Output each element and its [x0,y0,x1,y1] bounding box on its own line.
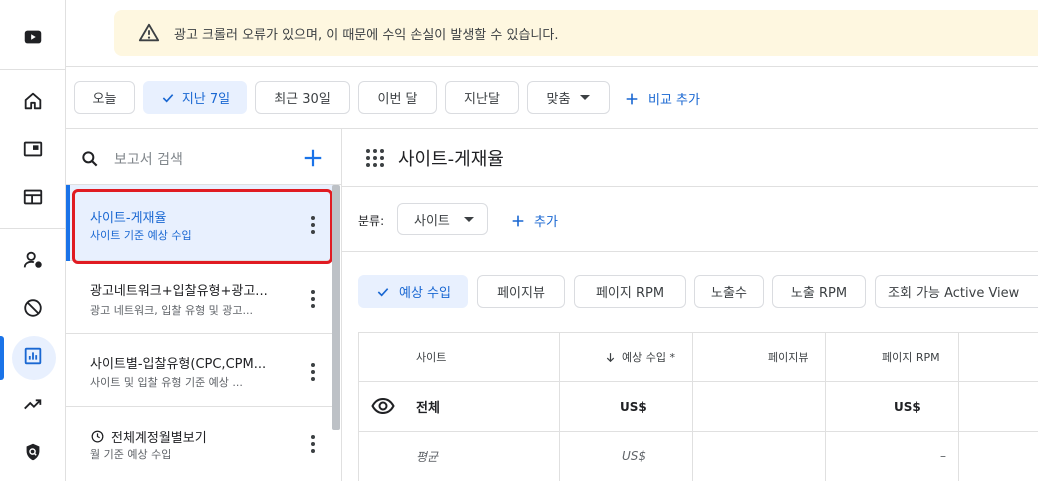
breakdown-label: 분류: [358,214,385,228]
app-root: 광고 크롤러 오류가 있으며, 이 때문에 수익 손실이 발생할 수 있습니다.… [0,0,1038,481]
more-vert-icon[interactable] [304,288,322,310]
search-placeholder: 보고서 검색 [114,152,183,168]
arrow-down-icon [606,352,615,362]
date-filter-today[interactable]: 오늘 [74,81,135,114]
caret-down-icon [463,216,474,222]
sites-icon[interactable] [0,175,66,219]
plus-icon [512,215,524,226]
schedule-icon [91,430,104,443]
more-vert-icon[interactable] [304,214,322,236]
add-dimension-button[interactable]: 추가 [510,211,558,230]
date-filter-custom-dropdown[interactable]: 맞춤 [527,81,610,114]
plus-icon [304,149,322,167]
report-title: 사이트별-입찰유형(CPC,CPM... [90,357,267,372]
date-filter-this-month[interactable]: 이번 달 [358,81,437,114]
youtube-icon[interactable] [0,15,66,59]
total-rpm-cell: US$ [894,400,921,414]
check-icon [162,93,174,102]
average-rpm-cell: – [940,449,946,463]
eye-icon [371,397,395,415]
search-icon [82,151,98,167]
report-subtitle: 사이트 기준 예상 수입 [90,229,192,242]
date-filter-last-7-days[interactable]: 지난 7일 [143,81,247,114]
report-item-ad-network[interactable]: 광고네트워크+입찰유형+광고... 광고 네트워크, 입찰 유형 및 광고... [66,262,334,334]
breakdown-dropdown[interactable]: 사이트 [397,203,488,235]
banner-text: 광고 크롤러 오류가 있으며, 이 때문에 수익 손실이 발생할 수 있습니다. [174,27,559,43]
warning-icon [138,23,160,42]
visibility-toggle[interactable] [370,394,396,418]
metric-chip-page-rpm[interactable]: 페이지 RPM [574,275,686,308]
report-title: 광고네트워크+입찰유형+광고... [90,284,268,299]
metric-chip-impressions[interactable]: 노출수 [694,275,764,308]
trending-icon[interactable] [0,382,66,426]
report-item-monthly[interactable]: 전체계정월별보기 월 기준 예상 수입 [66,408,334,480]
ad-unit-icon[interactable] [0,127,66,171]
metric-chip-active-view[interactable]: 조회 가능 Active View [875,275,1038,308]
report-subtitle: 사이트 및 입찰 유형 기준 예상 ... [90,376,243,389]
reports-icon[interactable] [0,334,66,380]
date-filter-last-month[interactable]: 지난달 [445,81,519,114]
report-item-site-bid-type[interactable]: 사이트별-입찰유형(CPC,CPM... 사이트 및 입찰 유형 기준 예상 .… [66,335,334,407]
add-report-button[interactable] [302,146,324,170]
privacy-shield-icon[interactable] [0,430,66,474]
date-filter-last-30-days[interactable]: 최근 30일 [255,81,350,114]
left-nav-rail [0,0,66,481]
report-title: 사이트-게재율 [90,211,167,226]
column-header-estimated-revenue[interactable]: 예상 수입 * [604,334,675,380]
report-search[interactable]: 보고서 검색 [80,146,330,172]
report-view-title: 사이트-게재율 [366,144,504,172]
total-revenue-cell: US$ [620,400,647,414]
report-list-scrollbar[interactable] [332,185,340,430]
report-title-row: 전체계정월별보기 [90,427,280,446]
add-comparison-button[interactable]: 비교 추가 [624,89,700,108]
average-revenue-cell: US$ [622,449,647,463]
report-subtitle: 광고 네트워크, 입찰 유형 및 광고... [90,304,254,317]
check-icon [377,287,389,296]
more-vert-icon[interactable] [304,361,322,383]
metric-chip-pageviews[interactable]: 페이지뷰 [477,275,565,308]
row-label-average: 평균 [416,449,439,464]
report-item-site-rate[interactable]: 사이트-게재율 사이트 기준 예상 수입 [66,185,334,261]
row-label-total: 전체 [416,400,440,416]
column-header-page-rpm[interactable]: 페이지 RPM [882,334,940,380]
metric-chip-impression-rpm[interactable]: 노출 RPM [772,275,866,308]
metric-chip-estimated-revenue[interactable]: 예상 수입 [358,275,468,308]
report-subtitle: 월 기준 예상 수입 [90,448,172,461]
page-title: 사이트-게재율 [398,149,504,170]
apps-grid-icon [366,149,384,167]
plus-icon [626,93,638,104]
account-settings-icon[interactable] [0,238,66,282]
block-icon[interactable] [0,286,66,330]
column-header-site[interactable]: 사이트 [416,334,446,380]
column-header-pageviews[interactable]: 페이지뷰 [768,334,808,380]
report-title: 전체계정월별보기 [111,431,207,446]
home-icon[interactable] [0,79,66,123]
more-vert-icon[interactable] [304,433,322,455]
crawler-error-banner: 광고 크롤러 오류가 있으며, 이 때문에 수익 손실이 발생할 수 있습니다. [114,10,1038,56]
caret-down-icon [580,95,591,100]
